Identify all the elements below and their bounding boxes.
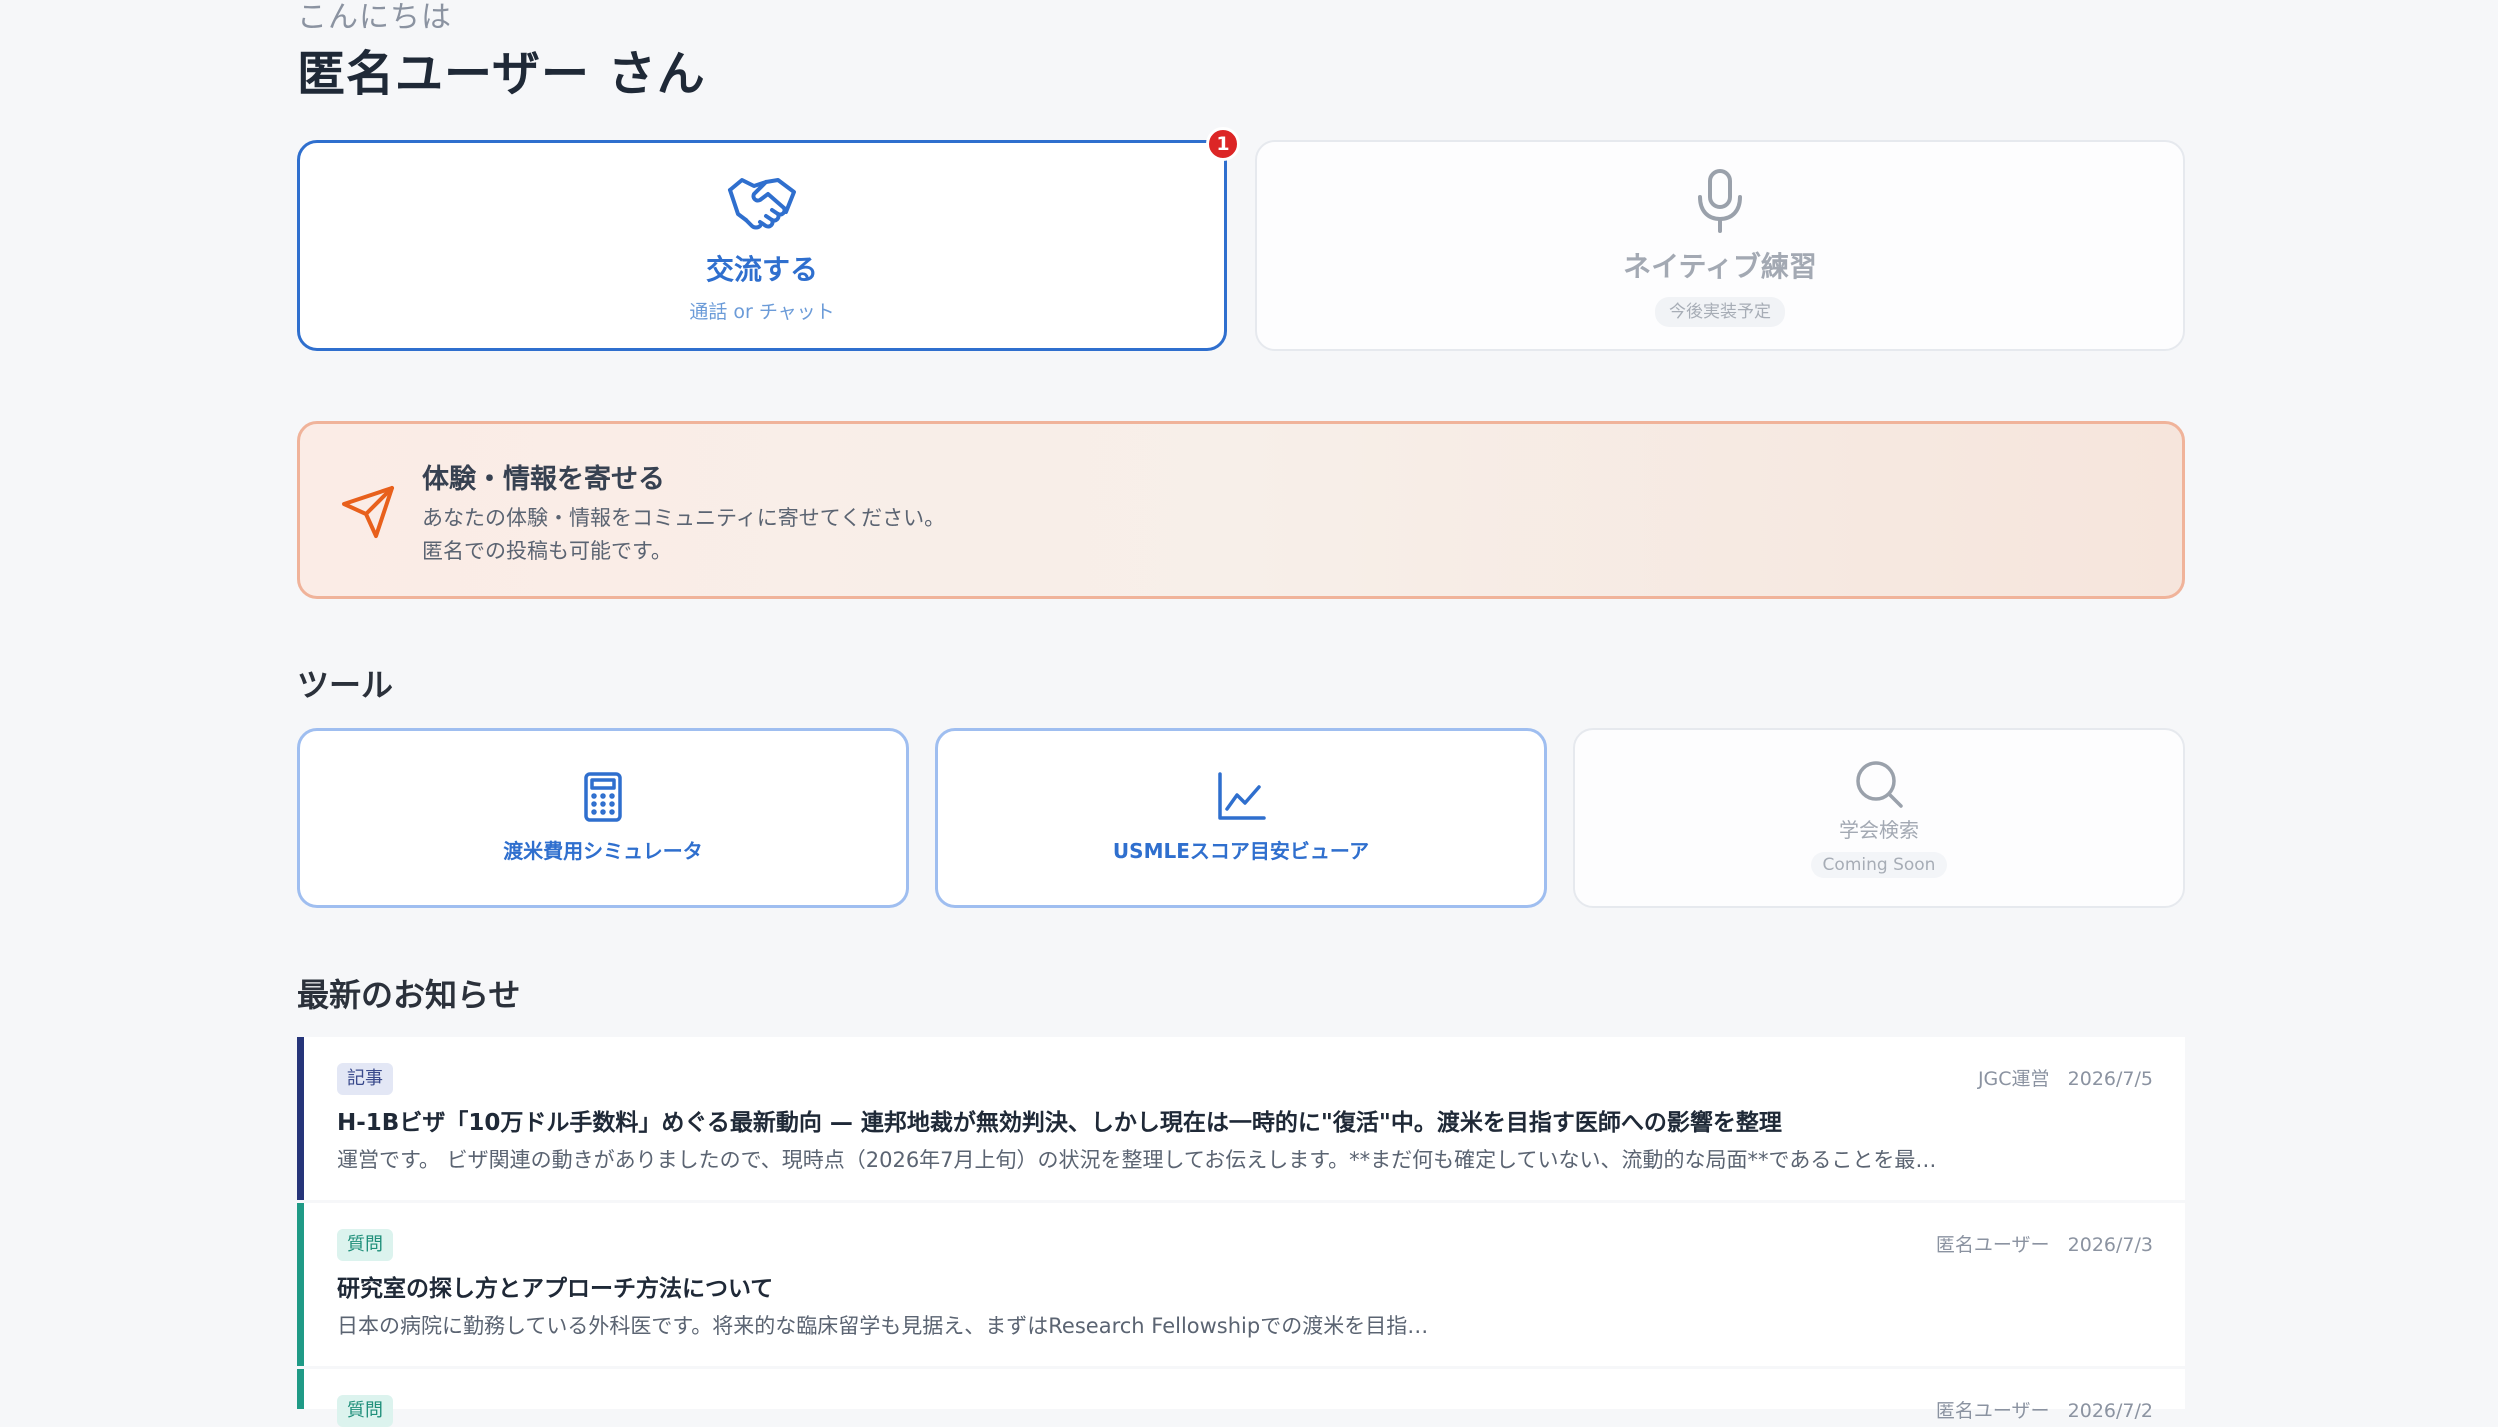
contribute-description: あなたの体験・情報をコミュニティに寄せてください。 匿名での投稿も可能です。 — [422, 502, 945, 568]
category-tag: 質問 — [337, 1395, 393, 1427]
usmle-score-viewer-label: USMLEスコア目安ビューア — [1112, 839, 1370, 863]
contribute-banner[interactable]: 体験・情報を寄せる あなたの体験・情報をコミュニティに寄せてください。 匿名での… — [297, 421, 2185, 599]
news-item[interactable]: 質問 匿名ユーザー 2026/7/2 — [297, 1369, 2185, 1427]
native-practice-title: ネイティブ練習 — [1623, 249, 1817, 283]
news-excerpt: 運営です。 ビザ関連の動きがありましたので、現時点（2026年7月上旬）の状況を… — [337, 1148, 1937, 1172]
handshake-icon — [728, 177, 796, 229]
news-title: 研究室の探し方とアプローチ方法について — [337, 1276, 774, 1302]
news-author: JGC運営 — [1977, 1068, 2050, 1090]
news-meta: 匿名ユーザー 2026/7/2 — [1936, 1399, 2153, 1423]
news-item[interactable]: 記事 JGC運営 2026/7/5 H-1Bビザ「10万ドル手数料」めぐる最新動… — [297, 1037, 2185, 1200]
exchange-card[interactable]: 1 交流する 通話 or チャット — [297, 127, 1240, 351]
line-chart-icon — [1218, 772, 1266, 820]
conference-search-card: 学会検索 Coming Soon — [1573, 728, 2185, 908]
news-item[interactable]: 質問 匿名ユーザー 2026/7/3 研究室の探し方とアプローチ方法について 日… — [297, 1203, 2185, 1366]
news-meta: JGC運営 2026/7/5 — [1978, 1067, 2153, 1091]
contribute-title: 体験・情報を寄せる — [422, 464, 665, 495]
news-author: 匿名ユーザー — [1935, 1234, 2050, 1256]
news-date: 2026/7/2 — [2067, 1400, 2153, 1422]
calculator-icon — [584, 772, 622, 822]
greeting-label: こんにちは — [297, 0, 452, 35]
contribute-line-1: あなたの体験・情報をコミュニティに寄せてください。 — [422, 506, 946, 530]
exchange-subtitle: 通話 or チャット — [689, 300, 835, 323]
category-tag: 記事 — [337, 1063, 393, 1095]
news-excerpt: 日本の病院に勤務している外科医です。将来的な臨床留学も見据え、まずはResear… — [337, 1314, 1429, 1338]
usmle-score-viewer-card[interactable]: USMLEスコア目安ビューア — [935, 728, 1547, 908]
news-author: 匿名ユーザー — [1935, 1400, 2050, 1422]
search-icon — [1856, 761, 1903, 808]
contribute-line-2: 匿名での投稿も可能です。 — [422, 539, 672, 563]
microphone-icon — [1698, 168, 1742, 233]
send-icon — [342, 486, 394, 538]
news-date: 2026/7/5 — [2067, 1068, 2153, 1090]
tools-section-title: ツール — [297, 666, 394, 704]
category-tag: 質問 — [337, 1229, 393, 1261]
native-practice-card: ネイティブ練習 今後実装予定 — [1255, 140, 2185, 351]
cost-simulator-label: 渡米費用シミュレータ — [503, 839, 703, 863]
native-practice-subtitle: 今後実装予定 — [1655, 296, 1785, 327]
notification-badge: 1 — [1206, 127, 1240, 161]
username-heading: 匿名ユーザー さん — [297, 46, 706, 102]
cost-simulator-card[interactable]: 渡米費用シミュレータ — [297, 728, 909, 908]
news-meta: 匿名ユーザー 2026/7/3 — [1936, 1233, 2153, 1257]
conference-search-label: 学会検索 — [1839, 818, 1919, 842]
exchange-title: 交流する — [705, 252, 818, 286]
news-title: H-1Bビザ「10万ドル手数料」めぐる最新動向 — 連邦地裁が無効判決、しかし現… — [337, 1110, 1782, 1136]
coming-soon-badge: Coming Soon — [1810, 852, 1948, 878]
news-date: 2026/7/3 — [2067, 1234, 2153, 1256]
news-section-title: 最新のお知らせ — [297, 976, 521, 1014]
